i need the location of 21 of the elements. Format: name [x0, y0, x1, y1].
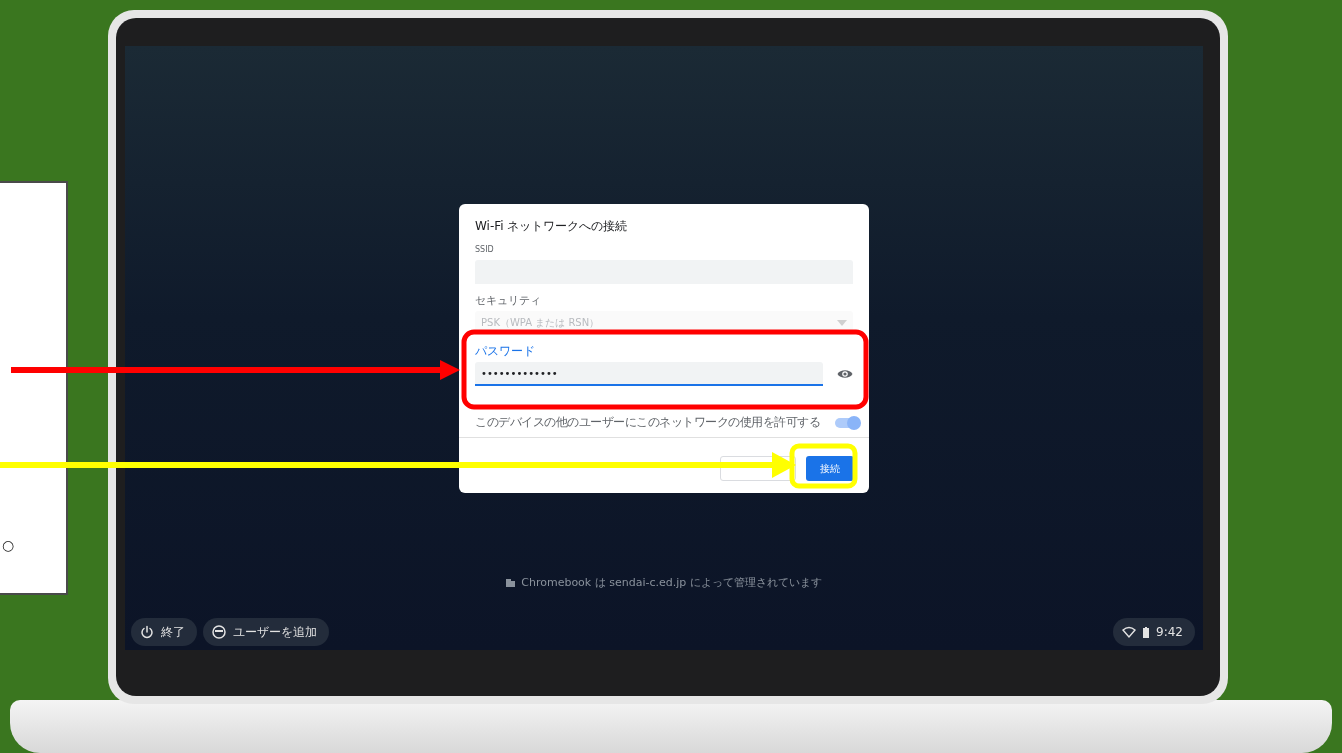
- managed-note: Chromebook は sendai-c.ed.jp によって管理されています: [521, 575, 822, 590]
- status-tray[interactable]: 9:42: [1113, 618, 1195, 646]
- highlight-frame: [789, 443, 858, 489]
- dialog-title: Wi-Fi ネットワークへの接続: [474, 218, 629, 235]
- eye-icon[interactable]: [837, 368, 853, 380]
- shelf-button[interactable]: ユーザーを追加: [203, 618, 329, 646]
- clock-time: 9:42: [1156, 625, 1183, 639]
- battery-icon: [1143, 626, 1150, 638]
- password-field[interactable]: •••••••••••••: [475, 362, 823, 386]
- share-toggle[interactable]: [835, 417, 859, 428]
- field-label: SSID: [475, 244, 495, 256]
- field-label: パスワード: [475, 345, 536, 358]
- power-icon: [140, 625, 154, 639]
- shelf-button[interactable]: 終了: [131, 618, 197, 646]
- connect-button[interactable]: 接続: [806, 456, 854, 481]
- field-label: セキュリティ: [475, 294, 542, 307]
- building-icon: [506, 578, 516, 587]
- caret-icon: [837, 320, 847, 326]
- toggle-label: このデバイスの他のユーザーにこのネットワークの使用を許可する: [475, 414, 820, 431]
- panel-text: ○: [2, 537, 15, 553]
- wifi-icon: [1122, 625, 1137, 639]
